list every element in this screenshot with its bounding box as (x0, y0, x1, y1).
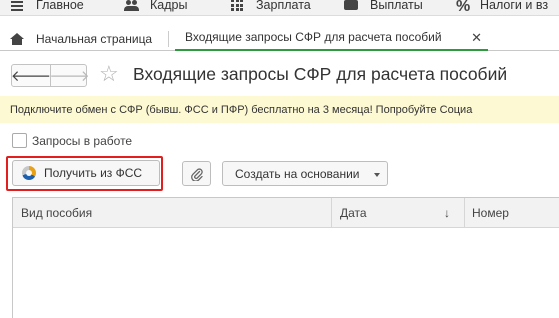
tab-home-label: Начальная страница (36, 32, 153, 46)
close-icon[interactable]: ✕ (471, 30, 482, 46)
requests-in-work-checkbox[interactable] (12, 133, 27, 148)
promo-banner[interactable]: Подключите обмен с СФР (бывш. ФСС и ПФР)… (0, 96, 559, 123)
column-header-date[interactable]: Дата ↓ (331, 198, 464, 228)
column-header-label: Номер (472, 206, 509, 220)
percent-icon: % (456, 0, 471, 15)
column-header-label: Вид пособия (21, 206, 93, 220)
tab-home[interactable]: Начальная страница (0, 27, 152, 51)
column-header-benefit-type[interactable]: Вид пособия (13, 198, 331, 228)
page-title: Входящие запросы СФР для расчета пособий (133, 64, 508, 84)
create-based-on-button[interactable]: Создать на основании (222, 161, 388, 186)
menu-item-label: Выплаты (370, 0, 423, 12)
column-header-label: Дата (340, 206, 367, 220)
get-from-fss-button[interactable]: Получить из ФСС (12, 160, 160, 186)
requests-in-work-filter[interactable]: Запросы в работе (12, 133, 132, 148)
menu-item-label: Зарплата (256, 0, 311, 12)
paperclip-icon (190, 167, 203, 181)
star-icon[interactable]: ☆ (99, 62, 119, 86)
attach-files-button[interactable] (182, 161, 211, 186)
wallet-icon (344, 0, 360, 12)
menu-item-label: Налоги и вз (480, 0, 549, 12)
burger-menu-icon (10, 0, 26, 12)
tab-incoming-requests[interactable]: Входящие запросы СФР для расчета пособий… (175, 25, 488, 51)
navigation-buttons: 🡐 🡒 (11, 64, 90, 87)
forward-button[interactable]: 🡒 (49, 65, 90, 86)
menu-item-staff[interactable]: Кадры (124, 0, 187, 15)
create-based-on-label: Создать на основании (235, 166, 360, 181)
back-button[interactable]: 🡐 (11, 65, 51, 86)
menu-item-label: Главное (36, 0, 84, 12)
fss-logo-icon (22, 166, 36, 180)
menu-item-salary[interactable]: Зарплата (230, 0, 311, 15)
people-icon (124, 0, 140, 12)
table-header: Вид пособия Дата ↓ Номер (13, 198, 559, 228)
requests-in-work-label: Запросы в работе (32, 133, 133, 148)
menu-item-taxes[interactable]: % Налоги и вз (456, 0, 548, 15)
home-icon (10, 33, 24, 45)
requests-table[interactable]: Вид пособия Дата ↓ Номер (12, 197, 559, 318)
calculator-icon (230, 0, 246, 12)
sections-menu: Главное Кадры Зарплата Выплаты % Налоги … (0, 0, 559, 16)
tab-active-label: Входящие запросы СФР для расчета пособий (185, 30, 442, 44)
column-header-number[interactable]: Номер (464, 198, 559, 228)
tab-divider (168, 31, 169, 47)
menu-item-main[interactable]: Главное (10, 0, 84, 15)
menu-item-label: Кадры (150, 0, 188, 12)
promo-banner-text: Подключите обмен с СФР (бывш. ФСС и ПФР)… (10, 103, 473, 116)
sort-descending-icon: ↓ (444, 206, 450, 220)
menu-item-payments[interactable]: Выплаты (344, 0, 423, 15)
dropdown-arrow-icon (374, 173, 380, 177)
get-from-fss-label: Получить из ФСС (44, 166, 143, 180)
open-windows-bar: Начальная страница Входящие запросы СФР … (0, 25, 559, 51)
